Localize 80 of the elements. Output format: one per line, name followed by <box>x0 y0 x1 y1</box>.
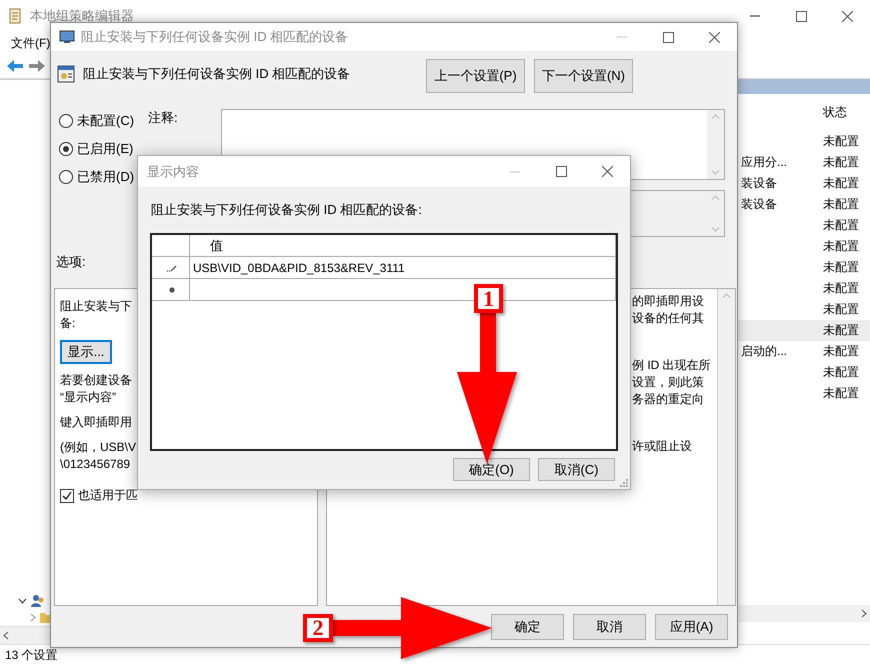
show-button[interactable]: 显示... <box>60 340 112 364</box>
nav-button[interactable]: 下一个设置(N) <box>534 59 633 93</box>
setting-name: 装设备 <box>741 196 777 213</box>
status-cell: 未配置 <box>823 238 859 255</box>
options-label: 选项: <box>56 254 86 269</box>
status-cell: 未配置 <box>823 280 859 297</box>
dialog-button[interactable]: 确定 <box>491 614 564 640</box>
resize-grip-icon[interactable] <box>620 479 628 487</box>
scroll-icon <box>8 8 22 24</box>
step-label: 1 <box>474 284 503 313</box>
option-text: 若要创建设备 <box>60 372 133 389</box>
chevron-right-icon[interactable] <box>30 613 36 622</box>
status-cell: 未配置 <box>823 154 859 171</box>
status-cell: 未配置 <box>823 133 859 150</box>
radio-label[interactable]: 已禁用(D) <box>77 168 134 186</box>
option-text: 备: <box>60 315 76 332</box>
checkbox[interactable] <box>60 488 74 502</box>
help-text: 设备的任何其 <box>632 310 705 327</box>
policy-setting-icon <box>57 65 75 83</box>
help-text: 许或阻止设 <box>632 438 693 455</box>
new-row-icon <box>169 286 175 292</box>
chevron-down-icon[interactable] <box>18 598 27 604</box>
close-icon[interactable] <box>708 32 720 42</box>
policy-icon <box>59 30 75 44</box>
status-cell: 未配置 <box>823 343 859 360</box>
nav-button[interactable]: 上一个设置(P) <box>426 59 525 93</box>
option-text: 阻止安装与下 <box>60 298 133 315</box>
maximize-icon[interactable] <box>556 166 566 177</box>
status-cell: 未配置 <box>823 217 859 234</box>
status-cell: 未配置 <box>823 175 859 192</box>
status-cell: 未配置 <box>823 322 859 339</box>
column-header: 值 <box>190 235 616 257</box>
window-title: 本地组策略编辑器 <box>30 7 134 25</box>
help-text: 务器的重定向 <box>632 391 705 408</box>
value-cell[interactable]: USB\VID_0BDA&PID_8153&REV_3111 <box>190 257 616 279</box>
option-text: 键入即插即用 <box>60 414 133 431</box>
comment-label: 注释: <box>148 110 178 125</box>
column-header[interactable]: 状态 <box>823 104 847 121</box>
policy-heading: 阻止安装与下列任何设备实例 ID 相匹配的设备 <box>83 65 352 83</box>
scroll-left-icon[interactable] <box>3 631 9 640</box>
minimize-icon[interactable] <box>750 15 760 17</box>
step-label: 2 <box>303 614 333 642</box>
radio-button[interactable] <box>59 114 73 128</box>
maximize-icon[interactable] <box>796 10 806 22</box>
option-text: \0123456789 <box>60 456 132 473</box>
radio-button[interactable] <box>59 142 73 156</box>
prompt-text: 阻止安装与下列任何设备实例 ID 相匹配的设备: <box>151 201 422 219</box>
setting-name: 应用分... <box>741 154 788 171</box>
radio-label[interactable]: 已启用(E) <box>77 140 134 158</box>
close-icon[interactable] <box>842 10 852 22</box>
status-cell: 未配置 <box>823 196 859 213</box>
back-arrow-icon[interactable] <box>6 59 24 73</box>
dialog-title: 阻止安装与下列任何设备实例 ID 相匹配的设备 <box>81 28 348 46</box>
help-text: 的即插即用设 <box>632 293 705 310</box>
dialog-button[interactable]: 取消 <box>573 614 646 640</box>
setting-name: 启动的... <box>741 343 788 360</box>
maximize-icon[interactable] <box>662 32 674 42</box>
status-cell: 未配置 <box>823 301 859 318</box>
close-icon[interactable] <box>602 166 612 177</box>
status-cell: 未配置 <box>823 259 859 276</box>
status-cell: 未配置 <box>823 385 859 402</box>
dialog-button[interactable]: 确定(O) <box>453 458 530 481</box>
dialog-title: 显示内容 <box>147 162 199 180</box>
radio-label[interactable]: 未配置(C) <box>77 112 134 130</box>
dialog-button[interactable]: 取消(C) <box>538 458 615 481</box>
status-text: 13 个设置 <box>5 646 58 664</box>
help-text: 设置，则此策 <box>632 374 705 391</box>
help-text: 例 ID 出现在所 <box>632 357 712 374</box>
setting-name: 装设备 <box>741 175 777 192</box>
pencil-icon <box>167 264 177 272</box>
dialog-button[interactable]: 应用(A) <box>655 614 728 640</box>
status-cell: 未配置 <box>823 364 859 381</box>
option-text: (例如，USB\V <box>60 439 138 456</box>
option-text: “显示内容” <box>60 389 117 406</box>
radio-button[interactable] <box>59 170 73 184</box>
scroll-right-icon[interactable] <box>861 609 867 618</box>
users-icon <box>31 594 45 608</box>
menu-item[interactable]: 文件(F) <box>10 32 52 54</box>
forward-arrow-icon[interactable] <box>28 59 46 73</box>
checkbox-label[interactable]: 也适用于匹 <box>78 487 138 504</box>
